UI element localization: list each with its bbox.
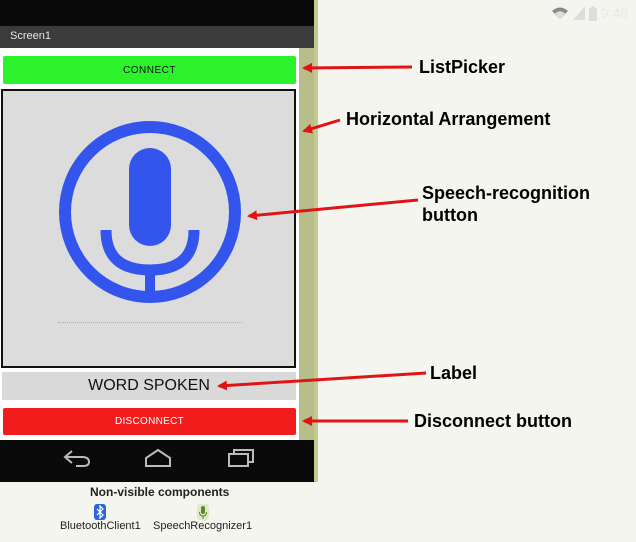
listpicker-arrow <box>302 62 413 73</box>
annotation-arrows <box>217 62 427 426</box>
arrangement-arrow <box>302 118 341 134</box>
speech-arrow <box>247 198 419 221</box>
disconnect-annotation: Disconnect button <box>414 411 572 431</box>
listpicker-annotation: ListPicker <box>419 57 506 77</box>
label-arrow <box>217 371 427 391</box>
speech-annotation-line1: Speech-recognition <box>422 183 591 203</box>
label-annotation: Label <box>430 363 478 383</box>
horizontal-arrangement-annotation: Horizontal Arrangement <box>346 109 551 129</box>
speech-recognition-annotation: Speech-recognition button <box>422 182 590 226</box>
speech-annotation-line2: button <box>422 205 478 225</box>
